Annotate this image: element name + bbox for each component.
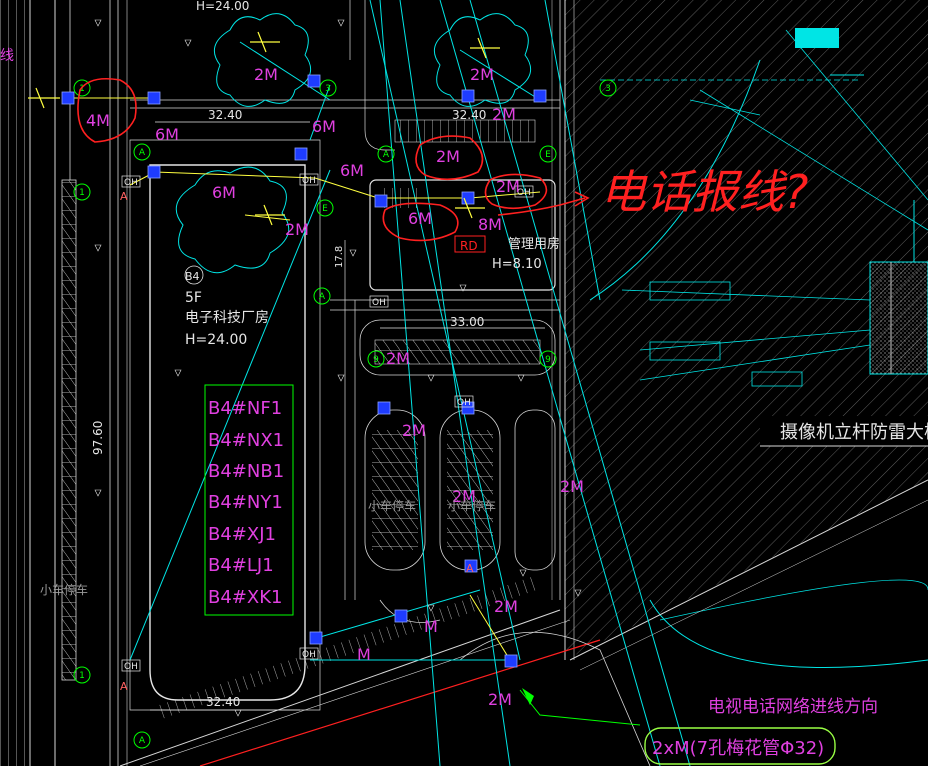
svg-text:2M: 2M <box>470 65 494 84</box>
oh-marker-4: OH <box>369 295 389 308</box>
svg-text:OH: OH <box>302 650 316 660</box>
svg-text:2M: 2M <box>254 65 278 84</box>
svg-text:小车停车: 小车停车 <box>368 498 416 513</box>
svg-text:17.8: 17.8 <box>334 246 345 268</box>
svg-text:4M: 4M <box>86 111 110 130</box>
left-edge-text: 线 <box>0 48 14 64</box>
svg-text:33.00: 33.00 <box>450 315 484 329</box>
oh-marker-6: OH <box>121 659 141 672</box>
svg-text:B4#NY1: B4#NY1 <box>208 492 283 513</box>
svg-text:M: M <box>424 617 438 636</box>
svg-text:小车停车: 小车停车 <box>40 582 88 597</box>
svg-text:2M: 2M <box>436 147 460 166</box>
svg-text:3: 3 <box>325 84 331 94</box>
svg-text:管理用房: 管理用房 <box>508 236 560 252</box>
svg-text:6M: 6M <box>408 209 432 228</box>
svg-text:A: A <box>120 680 128 693</box>
handwritten-note: 电话报线? <box>600 165 808 219</box>
tv-direction-label: 电视电话网络进线方向 <box>708 697 878 717</box>
svg-text:H=8.10: H=8.10 <box>492 257 542 272</box>
oh-marker-7: OH <box>299 647 319 660</box>
svg-text:B4#NB1: B4#NB1 <box>208 461 284 482</box>
svg-text:8M: 8M <box>478 215 502 234</box>
oh-marker-2: OH <box>299 173 319 186</box>
svg-text:97.60: 97.60 <box>91 421 105 455</box>
svg-text:B4#NF1: B4#NF1 <box>208 398 282 419</box>
svg-text:E: E <box>322 204 328 214</box>
svg-text:OH: OH <box>124 178 138 188</box>
svg-text:2M: 2M <box>402 421 426 440</box>
svg-text:M: M <box>357 645 371 664</box>
svg-text:E: E <box>545 150 551 160</box>
svg-text:2M: 2M <box>285 220 309 239</box>
svg-text:OH: OH <box>124 662 138 672</box>
svg-text:32.40: 32.40 <box>452 108 486 122</box>
svg-text:A: A <box>319 292 326 302</box>
svg-text:6M: 6M <box>312 117 336 136</box>
svg-text:OH: OH <box>302 176 316 186</box>
svg-text:2M: 2M <box>496 177 520 196</box>
svg-text:H=24.00: H=24.00 <box>185 332 247 348</box>
svg-text:RD: RD <box>460 239 478 253</box>
svg-text:5F: 5F <box>185 290 202 306</box>
cad-drawing-canvas[interactable]: 1 1 1 A A E A A E 9 3 3 9 OH OH OH OH OH… <box>0 0 928 766</box>
svg-text:2M: 2M <box>494 597 518 616</box>
svg-text:小车停车: 小车停车 <box>448 498 496 513</box>
svg-text:B4#NX1: B4#NX1 <box>208 430 284 451</box>
svg-text:9: 9 <box>373 355 379 365</box>
oh-marker-5: OH <box>454 395 474 408</box>
svg-text:B4#XK1: B4#XK1 <box>208 587 282 608</box>
svg-text:OH: OH <box>372 298 386 308</box>
svg-text:2M: 2M <box>492 105 516 124</box>
svg-text:OH: OH <box>457 398 471 408</box>
svg-text:2xM(7孔梅花管Φ32): 2xM(7孔梅花管Φ32) <box>652 738 824 759</box>
svg-text:电子科技厂房: 电子科技厂房 <box>185 310 269 326</box>
svg-text:A: A <box>383 150 390 160</box>
svg-text:A: A <box>139 736 146 746</box>
svg-text:A: A <box>466 562 474 575</box>
svg-text:6M: 6M <box>212 183 236 202</box>
svg-text:9: 9 <box>545 355 551 365</box>
svg-text:B4#XJ1: B4#XJ1 <box>208 524 276 545</box>
svg-text:B4#LJ1: B4#LJ1 <box>208 555 274 576</box>
svg-text:H=24.00: H=24.00 <box>196 0 249 13</box>
svg-text:2M: 2M <box>560 477 584 496</box>
svg-text:1: 1 <box>79 188 85 198</box>
svg-text:3: 3 <box>605 84 611 94</box>
camera-detail-title: 摄像机立杆防雷大样 <box>780 422 928 443</box>
svg-text:B4: B4 <box>185 270 200 283</box>
svg-text:1: 1 <box>79 671 85 681</box>
svg-text:32.40: 32.40 <box>206 695 240 709</box>
svg-text:2M: 2M <box>386 349 410 368</box>
svg-text:2M: 2M <box>488 690 512 709</box>
oh-marker-1: OH <box>121 175 141 188</box>
svg-text:A: A <box>139 148 146 158</box>
svg-text:32.40: 32.40 <box>208 108 242 122</box>
svg-text:A: A <box>120 190 128 203</box>
svg-text:6M: 6M <box>155 125 179 144</box>
svg-text:6M: 6M <box>340 161 364 180</box>
